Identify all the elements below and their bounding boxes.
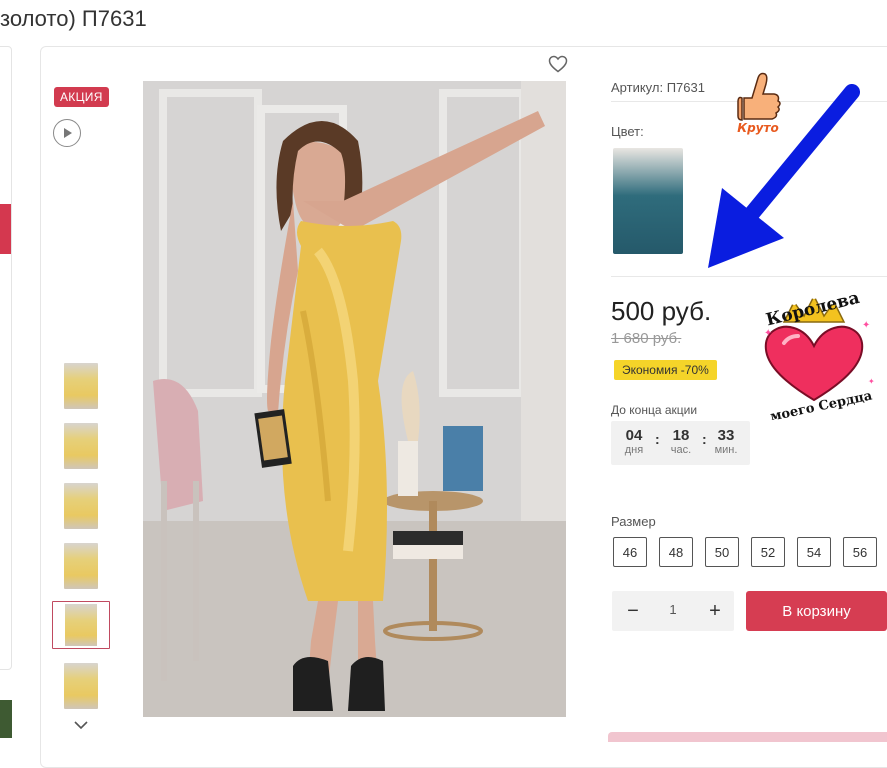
countdown-timer: 04 дня : 18 час. : 33 мин. [611, 421, 750, 465]
size-option-52[interactable]: 52 [751, 537, 785, 567]
quantity-value[interactable]: 1 [660, 602, 686, 617]
thumbnail-4[interactable] [64, 543, 98, 589]
thumbs-up-text: Круто [737, 121, 778, 135]
play-icon [64, 128, 72, 138]
countdown-minutes: 33 мин. [706, 428, 746, 457]
sparkle-icon: ✦ [862, 320, 870, 331]
old-price: 1 680 руб. [611, 330, 682, 347]
queen-heart-sticker: Королева моего Сердца ✦ ✦ ✦ [764, 288, 875, 420]
chevron-down-icon[interactable] [74, 720, 88, 730]
plus-icon[interactable]: + [702, 597, 728, 625]
countdown-hours: 18 час. [661, 428, 701, 457]
prev-card-button[interactable] [0, 204, 11, 254]
prev-card-image[interactable] [0, 700, 12, 738]
countdown-days: 04 дня [614, 428, 654, 457]
color-swatch-teal[interactable] [613, 148, 683, 254]
add-to-cart-button[interactable]: В корзину [746, 591, 887, 631]
countdown-days-value: 04 [625, 427, 643, 444]
page-title: золото) П7631 [0, 6, 147, 31]
color-label: Цвет: [611, 124, 644, 139]
size-option-54[interactable]: 54 [797, 537, 831, 567]
favorite-heart-icon[interactable] [548, 55, 568, 73]
countdown-hours-value: 18 [672, 427, 690, 444]
sparkle-icon: ✦ [868, 377, 875, 386]
size-option-56[interactable]: 56 [843, 537, 877, 567]
current-price: 500 руб. [611, 296, 712, 326]
size-option-48[interactable]: 48 [659, 537, 693, 567]
product-main-photo[interactable] [143, 81, 566, 717]
countdown-minutes-unit: мин. [714, 444, 738, 456]
sale-badge: АКЦИЯ [54, 87, 109, 107]
size-label: Размер [611, 514, 656, 529]
prev-card [0, 46, 12, 670]
quantity-stepper: − 1 + [612, 591, 734, 631]
sparkle-icon: ✦ [764, 328, 772, 339]
thumbnail-2[interactable] [64, 423, 98, 469]
product-sku: Артикул: П7631 [611, 80, 705, 95]
countdown-minutes-value: 33 [717, 427, 735, 444]
size-option-46[interactable]: 46 [613, 537, 647, 567]
thumbnail-6[interactable] [64, 663, 98, 709]
saving-badge: Экономия -70% [614, 360, 717, 380]
minus-icon[interactable]: − [620, 597, 646, 625]
countdown-days-unit: дня [624, 444, 644, 456]
size-option-50[interactable]: 50 [705, 537, 739, 567]
thumbnail-5-active[interactable] [52, 601, 110, 649]
countdown-label: До конца акции [611, 403, 698, 417]
play-video-button[interactable] [53, 119, 81, 147]
secondary-button-edge[interactable] [608, 732, 887, 742]
thumbnail-3[interactable] [64, 483, 98, 529]
thumbs-up-icon: Круто [737, 72, 781, 135]
countdown-separator: : [655, 431, 660, 447]
thumbnail-1[interactable] [64, 363, 98, 409]
countdown-hours-unit: час. [670, 444, 692, 456]
